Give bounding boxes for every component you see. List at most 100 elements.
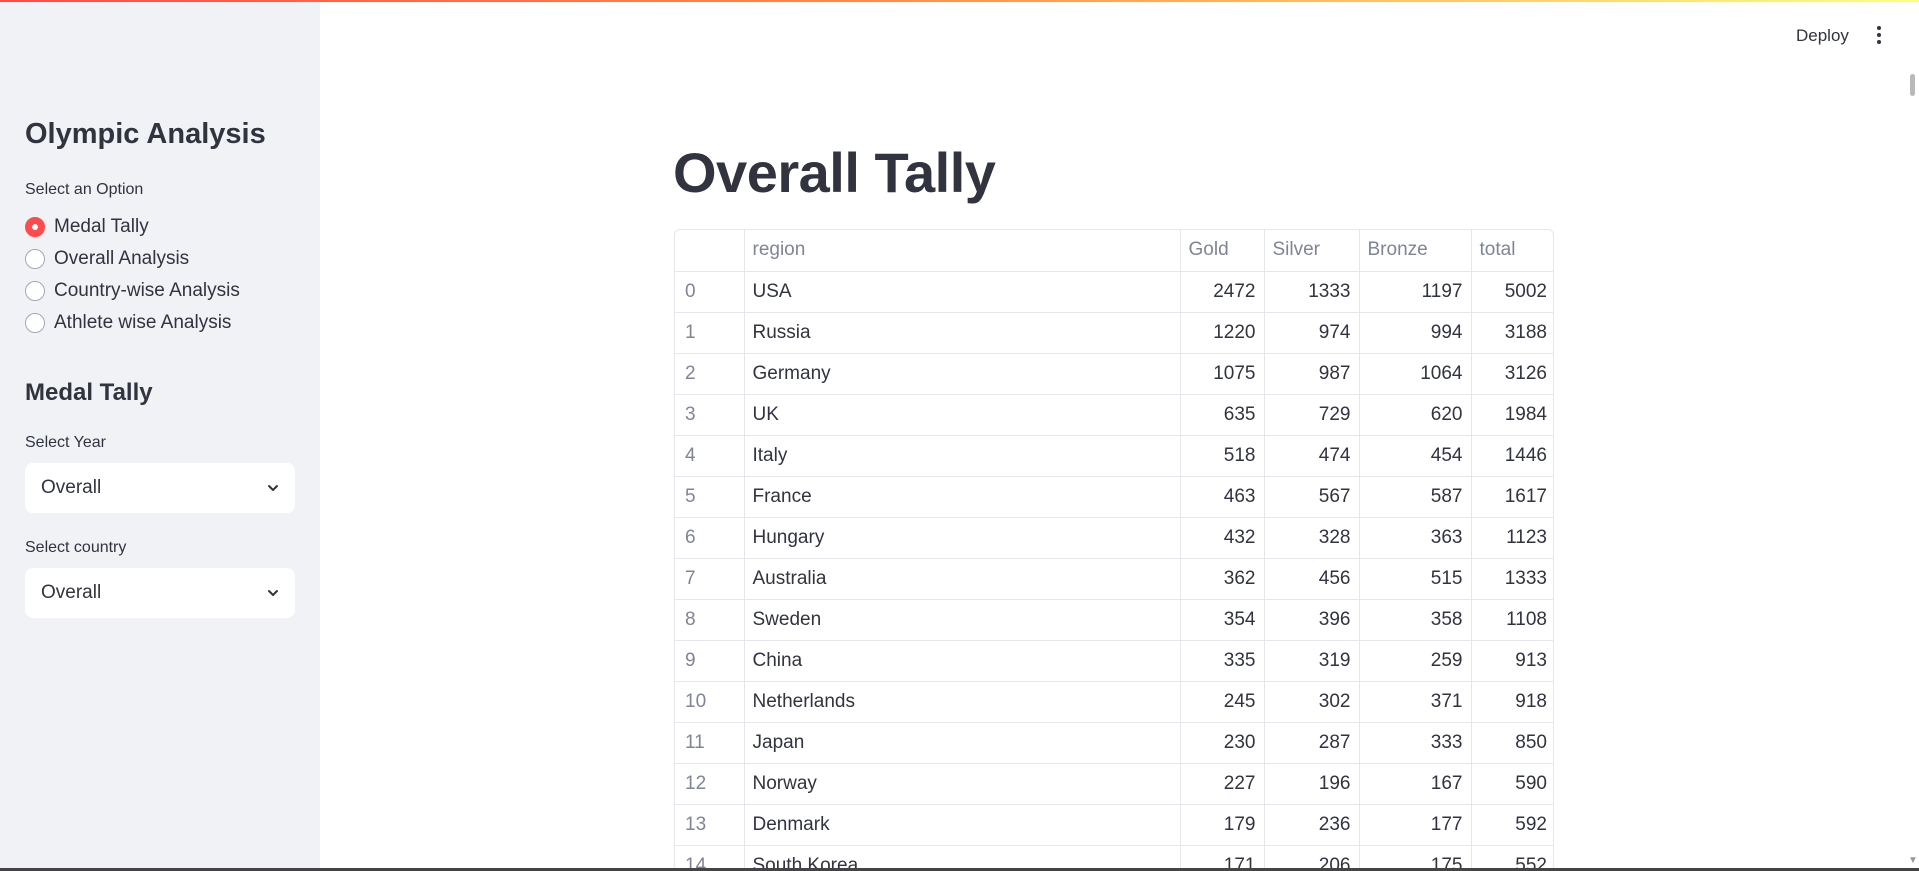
gold-cell[interactable]: 335 [1180,640,1265,682]
bronze-cell[interactable]: 515 [1359,558,1472,600]
gold-cell[interactable]: 245 [1180,681,1265,723]
deploy-button[interactable]: Deploy [1796,26,1849,46]
total-cell[interactable]: 1108 [1471,599,1553,641]
gold-cell[interactable]: 635 [1180,394,1265,436]
row-index: 6 [675,517,745,559]
gold-cell[interactable]: 518 [1180,435,1265,477]
total-cell[interactable]: 1446 [1471,435,1553,477]
scroll-down-arrow-icon[interactable]: ▼ [1908,855,1918,866]
region-cell[interactable]: Netherlands [744,681,1181,723]
region-cell[interactable]: Norway [744,763,1181,805]
total-cell[interactable]: 592 [1471,804,1553,846]
bronze-cell[interactable]: 587 [1359,476,1472,518]
silver-cell[interactable]: 474 [1264,435,1360,477]
page-scrollbar-thumb[interactable] [1910,74,1915,96]
silver-cell[interactable]: 196 [1264,763,1360,805]
region-cell[interactable]: USA [744,271,1181,313]
gold-column-header[interactable]: Gold [1180,230,1265,272]
region-cell[interactable]: France [744,476,1181,518]
radio-unchecked-icon[interactable] [25,281,45,301]
bronze-cell[interactable]: 1064 [1359,353,1472,395]
region-cell[interactable]: Australia [744,558,1181,600]
total-cell[interactable]: 1617 [1471,476,1553,518]
silver-cell[interactable]: 302 [1264,681,1360,723]
medal-table[interactable]: region Gold Silver Bronze total 0 USA 2472… [674,229,1554,871]
gold-cell[interactable]: 2472 [1180,271,1265,313]
radio-option-overall-analysis[interactable]: Overall Analysis [25,248,189,270]
silver-cell[interactable]: 396 [1264,599,1360,641]
radio-unchecked-icon[interactable] [25,249,45,269]
region-cell[interactable]: Russia [744,312,1181,354]
silver-cell[interactable]: 287 [1264,722,1360,764]
region-cell[interactable]: UK [744,394,1181,436]
total-cell[interactable]: 1984 [1471,394,1553,436]
total-cell[interactable]: 1333 [1471,558,1553,600]
silver-column-header[interactable]: Silver [1264,230,1360,272]
total-cell[interactable]: 913 [1471,640,1553,682]
radio-unchecked-icon[interactable] [25,313,45,333]
gold-cell[interactable]: 354 [1180,599,1265,641]
radio-option-medal-tally[interactable]: Medal Tally [25,216,149,238]
silver-cell[interactable]: 974 [1264,312,1360,354]
total-cell[interactable]: 590 [1471,763,1553,805]
bronze-cell[interactable]: 333 [1359,722,1472,764]
total-cell[interactable]: 1123 [1471,517,1553,559]
region-cell[interactable]: Japan [744,722,1181,764]
gold-cell[interactable]: 1220 [1180,312,1265,354]
silver-cell[interactable]: 319 [1264,640,1360,682]
region-cell[interactable]: Hungary [744,517,1181,559]
region-cell[interactable]: Germany [744,353,1181,395]
country-select-value: Overall [41,582,102,603]
bronze-cell[interactable]: 620 [1359,394,1472,436]
region-cell[interactable]: Sweden [744,599,1181,641]
radio-option-athlete-wise-analysis[interactable]: Athlete wise Analysis [25,312,231,334]
gold-cell[interactable]: 432 [1180,517,1265,559]
kebab-menu-icon[interactable] [1875,26,1883,48]
gold-cell[interactable]: 463 [1180,476,1265,518]
bronze-column-header[interactable]: Bronze [1359,230,1472,272]
bronze-cell[interactable]: 358 [1359,599,1472,641]
silver-cell[interactable]: 456 [1264,558,1360,600]
gold-cell[interactable]: 227 [1180,763,1265,805]
total-cell[interactable]: 3188 [1471,312,1553,354]
gold-cell[interactable]: 1075 [1180,353,1265,395]
bronze-cell[interactable]: 363 [1359,517,1472,559]
bronze-cell[interactable]: 371 [1359,681,1472,723]
radio-option-country-wise-analysis[interactable]: Country-wise Analysis [25,280,240,302]
silver-cell[interactable]: 236 [1264,804,1360,846]
silver-cell[interactable]: 987 [1264,353,1360,395]
index-column-header[interactable] [675,230,745,272]
bronze-cell[interactable]: 454 [1359,435,1472,477]
radio-option-label: Country-wise Analysis [54,280,240,301]
bronze-cell[interactable]: 259 [1359,640,1472,682]
total-cell[interactable]: 918 [1471,681,1553,723]
total-cell[interactable]: 850 [1471,722,1553,764]
total-cell[interactable]: 5002 [1471,271,1553,313]
year-select[interactable]: Overall [25,463,295,513]
top-decoration-bar [0,0,1919,2]
table-row: 11 Japan 230 287 333 850 [675,722,1553,764]
silver-cell[interactable]: 328 [1264,517,1360,559]
bronze-cell[interactable]: 1197 [1359,271,1472,313]
total-cell[interactable]: 3126 [1471,353,1553,395]
region-cell[interactable]: Italy [744,435,1181,477]
silver-cell[interactable]: 1333 [1264,271,1360,313]
gold-cell[interactable]: 230 [1180,722,1265,764]
radio-option-label: Overall Analysis [54,248,190,269]
gold-cell[interactable]: 362 [1180,558,1265,600]
region-column-header[interactable]: region [744,230,1181,272]
bronze-cell[interactable]: 167 [1359,763,1472,805]
region-cell[interactable]: China [744,640,1181,682]
total-column-header[interactable]: total [1471,230,1553,272]
chevron-down-icon [268,485,278,491]
silver-cell[interactable]: 729 [1264,394,1360,436]
silver-cell[interactable]: 567 [1264,476,1360,518]
bronze-cell[interactable]: 994 [1359,312,1472,354]
year-select-label: Select Year [25,434,106,451]
bronze-cell[interactable]: 177 [1359,804,1472,846]
radio-checked-icon[interactable] [25,217,45,237]
country-select[interactable]: Overall [25,568,295,618]
region-cell[interactable]: Denmark [744,804,1181,846]
row-index: 3 [675,394,745,436]
gold-cell[interactable]: 179 [1180,804,1265,846]
